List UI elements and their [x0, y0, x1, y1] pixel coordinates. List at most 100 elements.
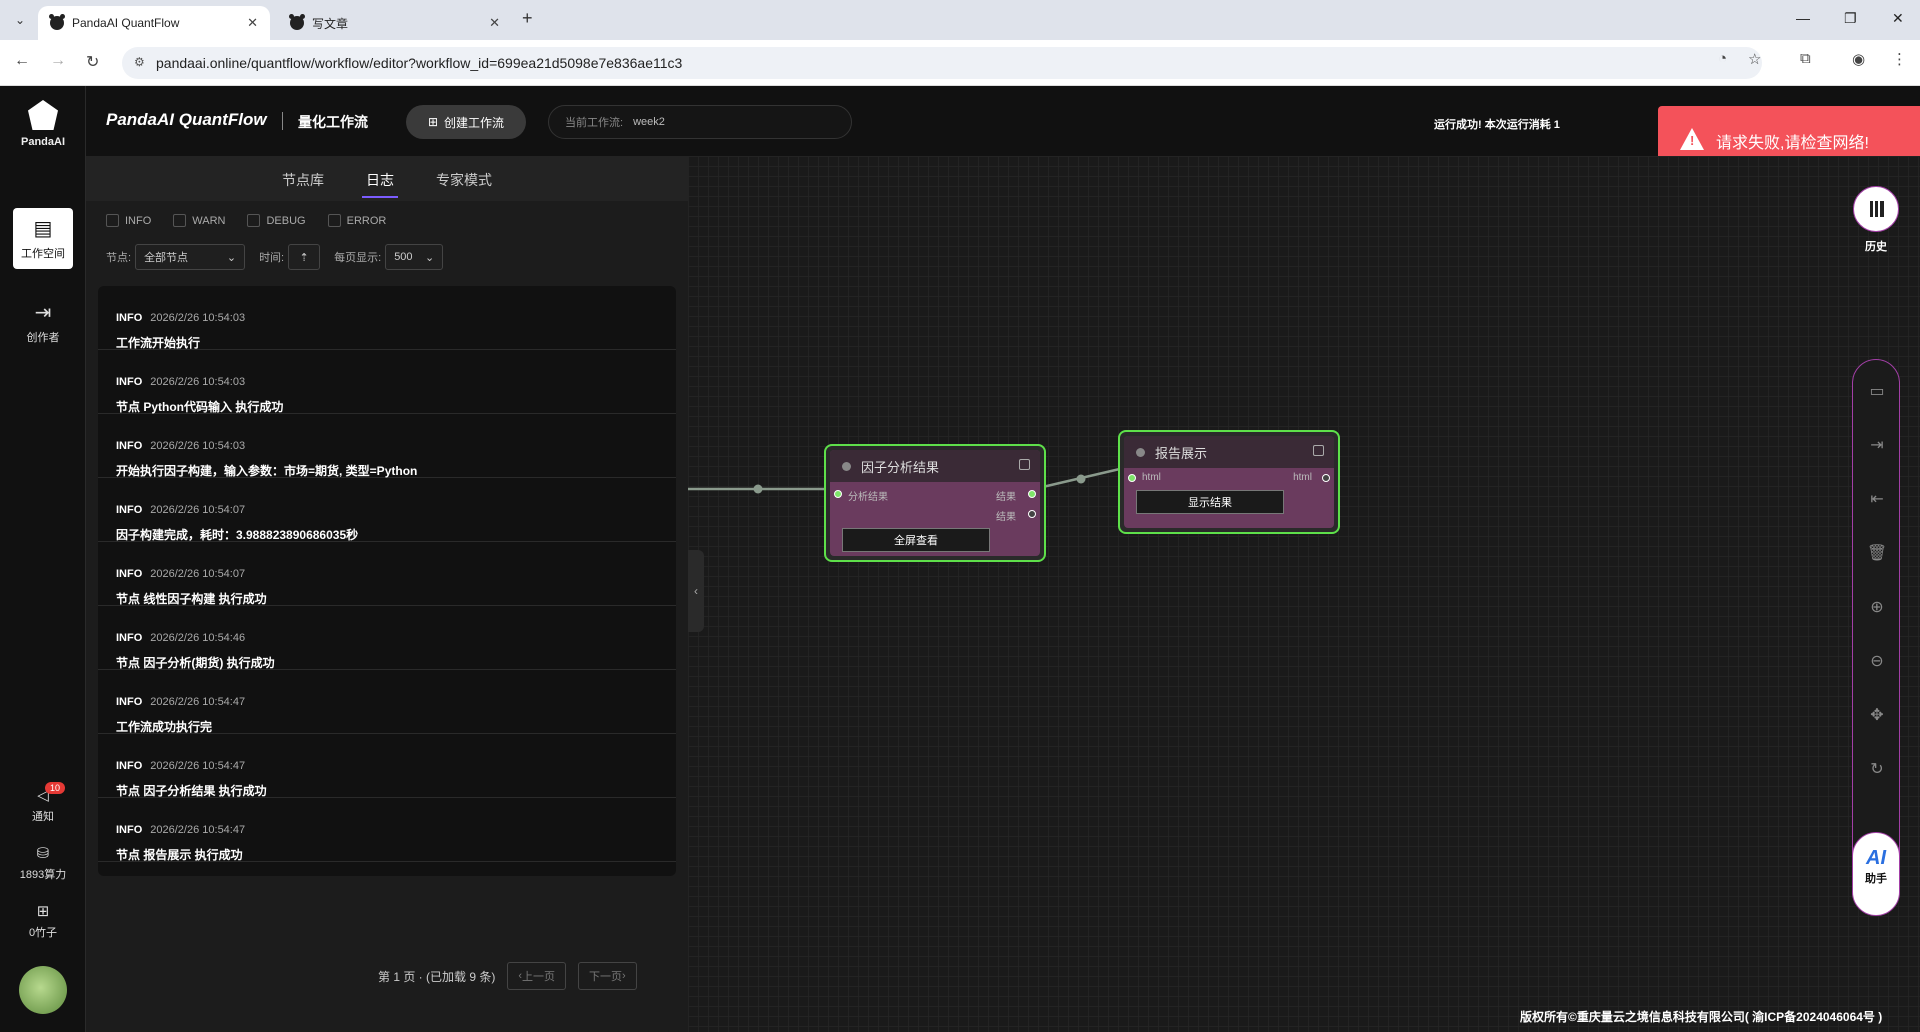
browser-tab[interactable]: 写文章 ✕ — [278, 6, 512, 40]
minimize-icon[interactable]: — — [1796, 10, 1810, 26]
input-port[interactable] — [1128, 474, 1136, 482]
node-filter-value: 全部节点 — [144, 252, 189, 264]
ai-assistant-button[interactable]: AI 助手 — [1852, 832, 1900, 916]
create-workflow-button[interactable]: ⊞ 创建工作流 — [406, 105, 526, 139]
panda-favicon-icon — [289, 14, 305, 30]
site-settings-icon[interactable]: ⚙ — [134, 55, 145, 69]
tab-logs[interactable]: 日志 — [362, 170, 398, 198]
browser-tab-active[interactable]: PandaAI QuantFlow ✕ — [38, 6, 270, 40]
node-header[interactable]: 报告展示 — [1124, 436, 1334, 468]
copyright-text: 版权所有©重庆量云之境信息科技有限公司( 渝ICP备2024046064号 ) — [1520, 1010, 1883, 1024]
panda-logo-icon — [28, 100, 58, 130]
nav-label: 创作者 — [26, 332, 60, 344]
tab-expert-mode[interactable]: 专家模式 — [436, 170, 492, 190]
history-button[interactable]: 历史 — [1852, 186, 1900, 282]
log-level: INFO — [116, 504, 143, 516]
log-level: INFO — [116, 760, 143, 772]
checkbox-label: INFO — [125, 214, 152, 227]
edge-midpoint — [753, 484, 763, 494]
filter-error-checkbox[interactable]: ERROR — [327, 214, 386, 227]
close-window-icon[interactable]: ✕ — [1892, 10, 1904, 27]
export-icon[interactable]: ⇥ — [1865, 434, 1889, 458]
current-workflow-field[interactable]: 当前工作流: week2 — [548, 105, 852, 139]
run-status-text: 运行成功! 本次运行消耗 1 — [1434, 119, 1560, 131]
button-label: 显示结果 — [1188, 497, 1232, 509]
status-dot-icon — [842, 461, 851, 471]
nav-item-bamboo[interactable]: ⊞ 0竹子 — [13, 902, 73, 940]
extensions-icon[interactable]: ⧉ — [1800, 50, 1811, 67]
refresh-icon[interactable]: ↻ — [1865, 758, 1889, 782]
save-icon[interactable]: ▭ — [1865, 380, 1889, 404]
ai-icon: AI — [1866, 847, 1886, 869]
bookmark-star-icon[interactable]: ☆ — [1748, 50, 1761, 68]
node-header[interactable]: 因子分析结果 — [830, 450, 1040, 482]
nav-item-creator[interactable]: ⇥ 创作者 — [13, 300, 73, 345]
page-size-select[interactable]: 500 ⌄ — [385, 244, 444, 270]
output-port[interactable] — [1028, 490, 1036, 498]
address-bar[interactable]: ⚙ pandaai.online/quantflow/workflow/edit… — [122, 47, 1762, 79]
node-factor-analysis[interactable]: 因子分析结果 分析结果 结果 结果 全屏查看 — [824, 444, 1046, 562]
button-label: 全屏查看 — [894, 535, 938, 547]
show-result-button[interactable]: 显示结果 — [1136, 490, 1284, 514]
move-icon[interactable]: ✥ — [1865, 704, 1889, 728]
nav-item-compute[interactable]: ⛁ 1893算力 — [13, 844, 73, 882]
reload-icon[interactable]: ↻ — [86, 52, 99, 72]
chevron-down-icon: ⌄ — [424, 251, 435, 264]
input-port[interactable] — [834, 490, 842, 498]
tab-search-button[interactable]: ⌄ — [8, 8, 32, 32]
log-message: 因子构建完成，耗时：3.988823890686035秒 — [116, 528, 359, 542]
next-page-button[interactable]: 下一页 › — [578, 962, 637, 990]
node-filter-label: 节点: — [106, 252, 132, 264]
edge-layer — [688, 466, 1125, 494]
zoom-in-icon[interactable]: ⊕ — [1865, 596, 1889, 620]
output-port[interactable] — [1322, 474, 1330, 482]
new-tab-button[interactable]: + — [522, 8, 533, 29]
tab-node-library[interactable]: 节点库 — [282, 170, 324, 190]
port-label: 分析结果 — [848, 492, 888, 503]
time-sort-button[interactable]: ⇡ — [288, 244, 321, 270]
close-tab-icon[interactable]: ✕ — [247, 15, 258, 31]
prev-page-button[interactable]: ‹ 上一页 — [507, 962, 567, 990]
filter-debug-checkbox[interactable]: DEBUG — [247, 214, 306, 227]
edit-icon[interactable] — [1019, 459, 1030, 470]
nav-label: 0竹子 — [28, 927, 58, 939]
performance-icon[interactable]: ◔ — [1718, 50, 1727, 67]
brand-subtitle: 量化工作流 — [298, 114, 368, 130]
logo-text: PandaAI — [20, 136, 65, 148]
profile-icon[interactable]: ◉ — [1852, 50, 1865, 68]
log-time: 2026/2/26 10:54:47 — [150, 824, 246, 836]
log-list: INFO 2026/2/26 10:54:03 工作流开始执行 INFO 2026/2/… — [98, 286, 676, 876]
log-entry: INFO 2026/2/26 10:54:03 节点 Python代码输入 执行成功 — [98, 350, 676, 414]
edit-icon[interactable] — [1313, 445, 1324, 456]
bamboo-icon: ⊞ — [36, 903, 50, 920]
current-workflow-value: week2 — [633, 116, 665, 128]
menu-icon[interactable]: ⋮ — [1892, 50, 1907, 68]
page-info: 第 1 页 · (已加载 9 条) — [378, 969, 496, 984]
zoom-out-icon[interactable]: ⊖ — [1865, 650, 1889, 674]
log-time: 2026/2/26 10:54:03 — [150, 440, 246, 452]
output-port[interactable] — [1028, 510, 1036, 518]
sort-asc-icon: ⇡ — [299, 251, 309, 264]
fullscreen-view-button[interactable]: 全屏查看 — [842, 528, 990, 552]
workflow-canvas[interactable]: 因子分析结果 分析结果 结果 结果 全屏查看 报告展示 html html 显示… — [688, 156, 1920, 1032]
plus-square-icon: ⊞ — [427, 115, 439, 129]
nav-item-workspace[interactable]: ▤ 工作空间 — [13, 208, 73, 269]
brand-title: PandaAI QuantFlow — [106, 110, 267, 129]
trash-icon[interactable]: 🗑 — [1865, 542, 1889, 566]
back-icon[interactable]: ← — [14, 52, 30, 70]
avatar[interactable] — [19, 966, 67, 1014]
forward-icon[interactable]: → — [50, 52, 66, 70]
node-report-display[interactable]: 报告展示 html html 显示结果 — [1118, 430, 1340, 534]
node-filter-select[interactable]: 全部节点 ⌄ — [135, 244, 246, 270]
port-label: html — [1293, 472, 1312, 483]
log-entry: INFO 2026/2/26 10:54:07 因子构建完成，耗时：3.988823… — [98, 478, 676, 542]
import-icon[interactable]: ⇤ — [1865, 488, 1889, 512]
log-entry: INFO 2026/2/26 10:54:46 节点 因子分析(期货) 执行成功 — [98, 606, 676, 670]
close-tab-icon[interactable]: ✕ — [489, 15, 500, 31]
restore-icon[interactable]: ❐ — [1844, 10, 1857, 27]
collapse-panel-button[interactable]: ‹ — [688, 550, 704, 632]
filter-warn-checkbox[interactable]: WARN — [173, 214, 225, 227]
nav-item-notifications[interactable]: ◁ 10 通知 — [13, 782, 73, 824]
filter-info-checkbox[interactable]: INFO — [106, 214, 151, 227]
pandaai-logo[interactable]: PandaAI — [20, 100, 66, 148]
